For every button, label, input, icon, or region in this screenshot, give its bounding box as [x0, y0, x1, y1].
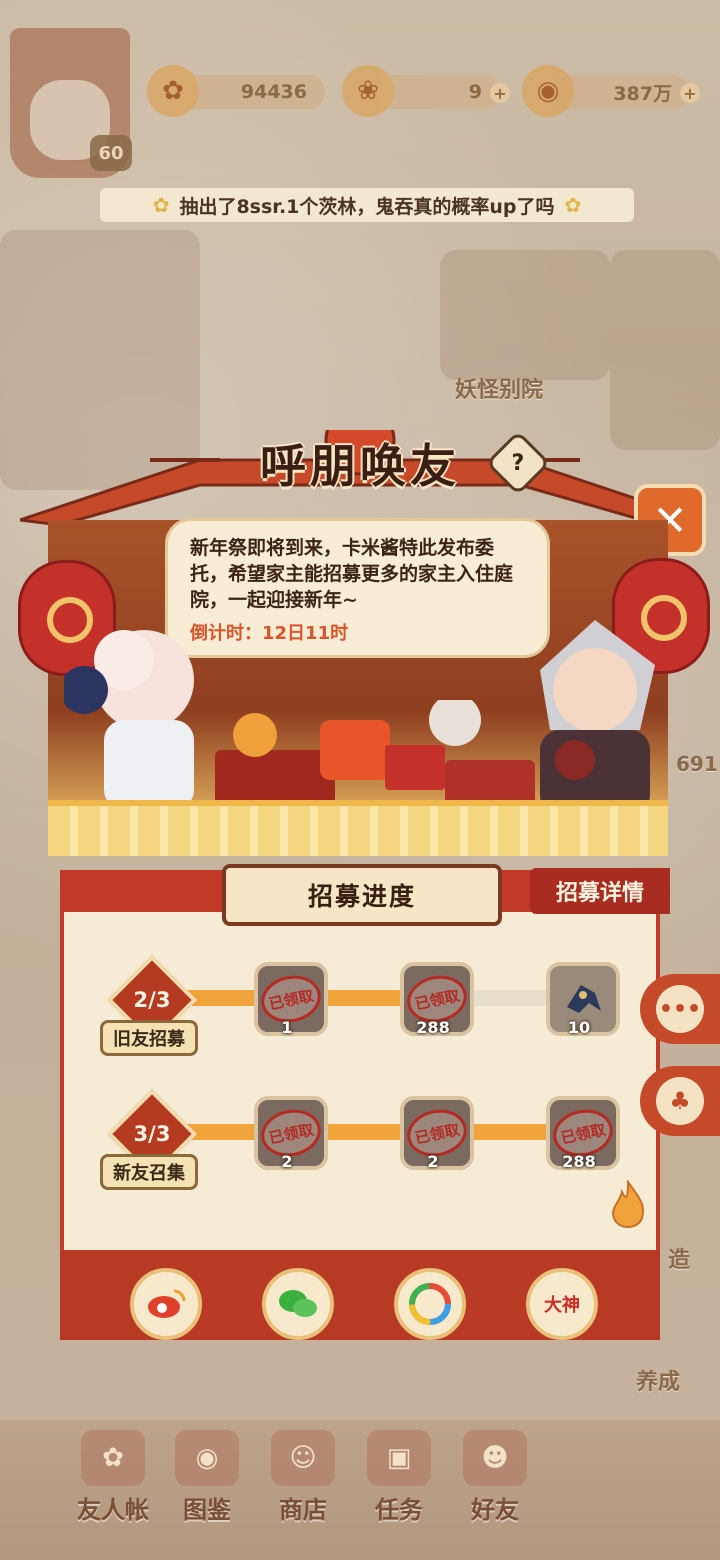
character-right	[540, 620, 655, 815]
track-2-fill	[150, 1124, 590, 1140]
reward-2-1-qty: 2	[281, 1152, 293, 1171]
add-coin-button[interactable]: +	[680, 83, 700, 103]
track-1-label: 旧友招募	[100, 1020, 198, 1056]
building-label[interactable]: 妖怪别院	[455, 372, 543, 404]
news-ticker: ✿ 抽出了8ssr.1个茨林，鬼吞真的概率up了吗 ✿	[100, 188, 634, 222]
level-badge: 60	[90, 135, 132, 171]
panel-title: 呼朋唤友	[260, 439, 460, 493]
background-building	[440, 250, 610, 380]
friends-icon: ☻	[463, 1430, 527, 1486]
nav-collection[interactable]: ◉ 图鉴	[162, 1430, 252, 1525]
nav-label: 商店	[279, 1496, 327, 1524]
weibo-icon	[148, 1289, 186, 1318]
nav-tasks[interactable]: ▣ 任务	[354, 1430, 444, 1525]
background-lanterns	[610, 250, 720, 450]
nav-label: 任务	[375, 1496, 423, 1524]
gold-flower-icon: ✿	[147, 65, 199, 117]
flower-icon: ✿	[564, 193, 582, 217]
chat-bubble-icon: •••	[658, 996, 702, 1022]
recruit-card	[60, 870, 660, 1260]
reward-1-2-qty: 288	[416, 1018, 450, 1037]
reward-1-3-qty: 10	[567, 1018, 591, 1037]
moments-icon	[409, 1283, 451, 1325]
gift-icon: ▣	[367, 1430, 431, 1486]
side-label-build: 造	[668, 1248, 691, 1273]
countdown-text: 倒计时：12日11时	[190, 623, 349, 644]
track-2-label: 新友召集	[100, 1154, 198, 1190]
coin-icon: ◉	[522, 65, 574, 117]
share-dashen-button[interactable]: 大神	[526, 1268, 598, 1340]
share-moments-button[interactable]	[394, 1268, 466, 1340]
help-icon: ?	[511, 450, 525, 476]
pet-icon: ♣	[669, 1087, 691, 1115]
nav-friend-book[interactable]: ✿ 友人帐	[68, 1430, 158, 1525]
flower-icon: ✿	[152, 193, 170, 217]
nav-label: 好友	[471, 1496, 519, 1524]
reward-2-2-qty: 2	[427, 1152, 439, 1171]
message-bubble: 新年祭即将到来，卡米酱特此发布委托，希望家主能招募更多的家主入住庭院，一起迎接新…	[165, 518, 550, 658]
nav-friends[interactable]: ☻ 好友	[450, 1430, 540, 1525]
ticker-text: 抽出了8ssr.1个茨林，鬼吞真的概率up了吗	[179, 195, 555, 218]
share-weibo-button[interactable]	[130, 1268, 202, 1340]
cat-icon: ☺	[271, 1430, 335, 1486]
wechat-icon	[279, 1290, 317, 1317]
side-label-grow: 养成	[636, 1370, 681, 1395]
message-text: 新年祭即将到来，卡米酱特此发布委托，希望家主能招募更多的家主入住庭院，一起迎接新…	[190, 537, 514, 611]
book-icon: ✿	[81, 1430, 145, 1486]
resource-gold[interactable]: ✿ 94436	[147, 65, 325, 117]
resource-gold-value: 94436	[240, 81, 307, 103]
stage-fence	[48, 800, 668, 856]
resource-fish[interactable]: ❀ 9 +	[342, 65, 510, 117]
fish-icon: ❀	[342, 65, 394, 117]
treasure-pile	[215, 700, 535, 808]
reward-2-3-qty: 288	[562, 1152, 596, 1171]
progress-title: 招募进度	[222, 864, 502, 926]
nav-label: 图鉴	[183, 1496, 231, 1524]
reward-1-1-qty: 1	[281, 1018, 293, 1037]
flame-icon	[612, 1180, 644, 1228]
resource-coin[interactable]: ◉ 387万 +	[522, 65, 700, 117]
share-wechat-button[interactable]	[262, 1268, 334, 1340]
pet-side-button[interactable]: ♣	[640, 1066, 720, 1136]
chat-side-button[interactable]: •••	[640, 974, 720, 1044]
bird-icon	[567, 985, 601, 1013]
recruit-detail-button[interactable]: 招募详情	[530, 868, 670, 914]
nav-label: 友人帐	[77, 1496, 149, 1524]
resource-fish-value: 9	[468, 81, 482, 103]
side-number: 691	[676, 752, 718, 776]
nav-shop[interactable]: ☺ 商店	[258, 1430, 348, 1525]
resource-coin-value: 387万	[613, 82, 672, 105]
character-left	[64, 630, 194, 810]
add-fish-button[interactable]: +	[490, 83, 510, 103]
dashen-label: 大神	[544, 1295, 580, 1316]
eye-icon: ◉	[175, 1430, 239, 1486]
